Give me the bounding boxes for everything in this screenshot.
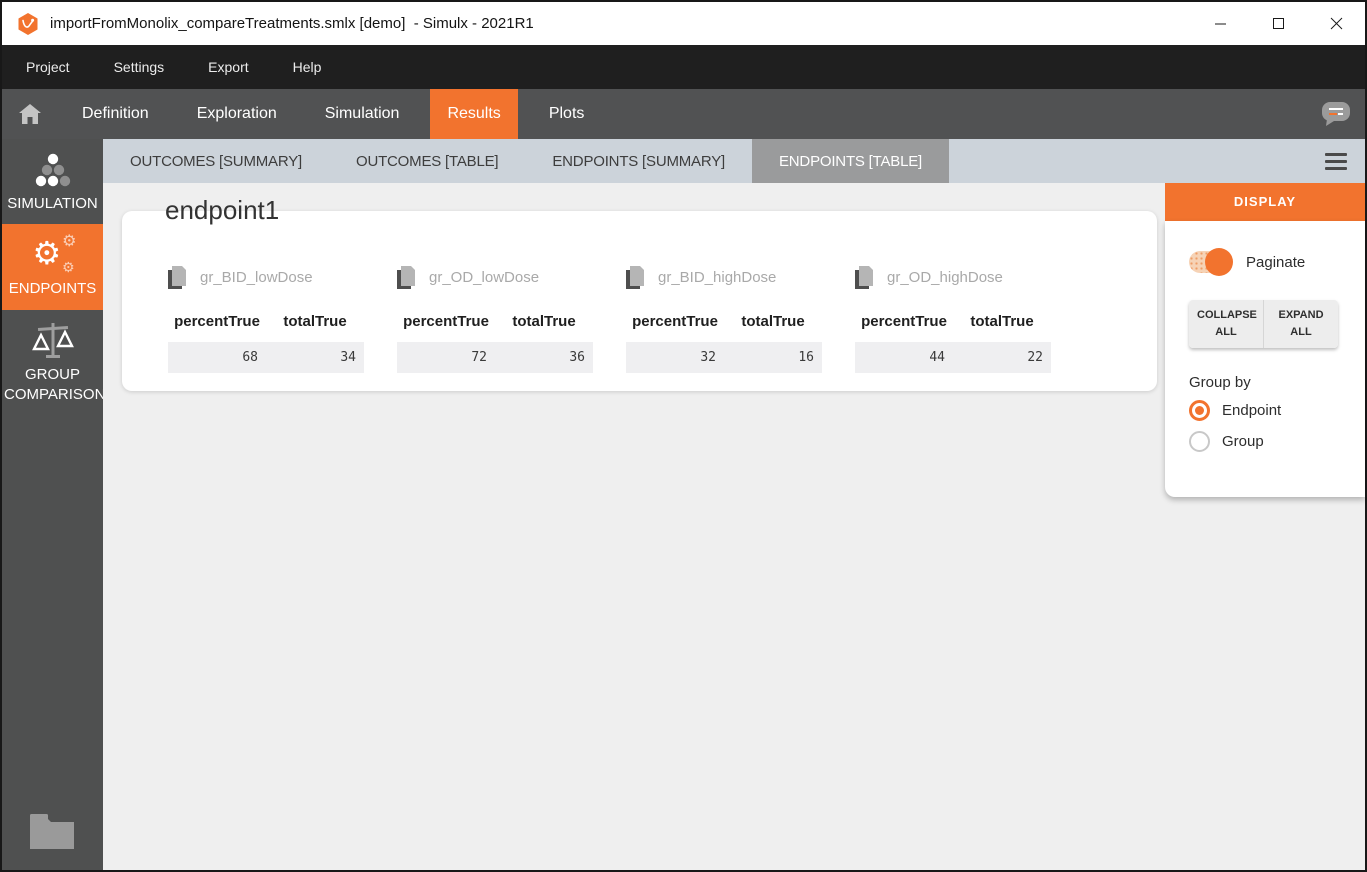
simulx-hexagon-icon bbox=[16, 12, 40, 36]
radio-group-control[interactable] bbox=[1189, 431, 1210, 452]
column-header-percenttrue: percentTrue bbox=[855, 313, 953, 335]
column-header-percenttrue: percentTrue bbox=[626, 313, 724, 335]
sidebar: SIMULATION ⚙ ⚙ ⚙ ENDPOINTS bbox=[2, 139, 103, 870]
gears-icon: ⚙ ⚙ ⚙ bbox=[4, 236, 101, 274]
group-table: gr_BID_highDose percentTrue totalTrue 32… bbox=[626, 265, 822, 373]
collapse-all-button[interactable]: COLLAPSE ALL bbox=[1189, 300, 1263, 348]
column-header-percenttrue: percentTrue bbox=[168, 313, 266, 335]
radio-endpoint-label: Endpoint bbox=[1222, 402, 1281, 419]
display-panel: DISPLAY Paginate COLLAPSE ALL EXPAND ALL… bbox=[1165, 183, 1365, 497]
simulx-window: { "window": { "title": "importFromMonoli… bbox=[0, 0, 1367, 872]
tab-plots[interactable]: Plots bbox=[532, 89, 602, 139]
menu-project[interactable]: Project bbox=[26, 59, 70, 75]
menu-bar: Project Settings Export Help bbox=[2, 45, 1365, 89]
home-icon bbox=[19, 104, 41, 124]
tab-definition[interactable]: Definition bbox=[65, 89, 166, 139]
value-totaltrue: 34 bbox=[266, 342, 364, 373]
display-panel-header: DISPLAY bbox=[1165, 183, 1365, 221]
column-header-percenttrue: percentTrue bbox=[397, 313, 495, 335]
pages-icon bbox=[168, 266, 187, 289]
results-subtab-bar: OUTCOMES [SUMMARY] OUTCOMES [TABLE] ENDP… bbox=[103, 139, 1365, 183]
subtab-outcomes-table[interactable]: OUTCOMES [TABLE] bbox=[329, 139, 525, 183]
pages-icon bbox=[626, 266, 645, 289]
group-table: gr_OD_lowDose percentTrue totalTrue 72 3… bbox=[397, 265, 593, 373]
expand-all-button[interactable]: EXPAND ALL bbox=[1263, 300, 1338, 348]
pages-icon bbox=[855, 266, 874, 289]
group-table: gr_BID_lowDose percentTrue totalTrue 68 … bbox=[168, 265, 364, 373]
column-header-totaltrue: totalTrue bbox=[495, 313, 593, 335]
value-percenttrue: 68 bbox=[168, 342, 266, 373]
close-icon[interactable] bbox=[1307, 2, 1365, 45]
group-tables: gr_BID_lowDose percentTrue totalTrue 68 … bbox=[122, 211, 1157, 373]
value-row: 68 34 bbox=[168, 342, 364, 373]
value-totaltrue: 36 bbox=[495, 342, 593, 373]
group-name: gr_BID_lowDose bbox=[200, 269, 313, 286]
sidebar-item-endpoints[interactable]: ⚙ ⚙ ⚙ ENDPOINTS bbox=[2, 224, 103, 309]
group-by-label: Group by bbox=[1189, 374, 1365, 391]
collapse-expand-buttons: COLLAPSE ALL EXPAND ALL bbox=[1189, 300, 1338, 348]
title-bar: importFromMonolix_compareTreatments.smlx… bbox=[2, 2, 1365, 45]
group-table: gr_OD_highDose percentTrue totalTrue 44 … bbox=[855, 265, 1051, 373]
maximize-icon[interactable] bbox=[1249, 2, 1307, 45]
pages-icon bbox=[397, 266, 416, 289]
folder-icon[interactable] bbox=[2, 811, 103, 870]
tab-simulation[interactable]: Simulation bbox=[308, 89, 417, 139]
subtab-endpoints-table[interactable]: ENDPOINTS [TABLE] bbox=[752, 139, 949, 183]
value-row: 32 16 bbox=[626, 342, 822, 373]
sidebar-item-group-comparison[interactable]: GROUP COMPARISON bbox=[2, 310, 103, 416]
sidebar-item-label: ENDPOINTS bbox=[9, 280, 97, 297]
sidebar-spacer bbox=[2, 415, 103, 811]
value-percenttrue: 44 bbox=[855, 342, 953, 373]
subtab-outcomes-summary[interactable]: OUTCOMES [SUMMARY] bbox=[103, 139, 329, 183]
radio-group-label: Group bbox=[1222, 433, 1264, 450]
group-name: gr_OD_highDose bbox=[887, 269, 1003, 286]
value-totaltrue: 22 bbox=[953, 342, 1051, 373]
radio-endpoint-control[interactable] bbox=[1189, 400, 1210, 421]
endpoint-card: endpoint1 gr_BID_lowDose percentTrue bbox=[122, 211, 1157, 391]
window-controls bbox=[1191, 2, 1365, 45]
menu-settings[interactable]: Settings bbox=[114, 59, 165, 75]
group-name: gr_BID_highDose bbox=[658, 269, 776, 286]
value-percenttrue: 72 bbox=[397, 342, 495, 373]
value-row: 72 36 bbox=[397, 342, 593, 373]
value-row: 44 22 bbox=[855, 342, 1051, 373]
home-tab[interactable] bbox=[2, 89, 58, 139]
value-percenttrue: 32 bbox=[626, 342, 724, 373]
chat-bubble-icon[interactable] bbox=[1321, 102, 1351, 127]
radio-group[interactable]: Group bbox=[1189, 429, 1365, 453]
simulation-cluster-icon bbox=[4, 151, 101, 189]
column-header-totaltrue: totalTrue bbox=[266, 313, 364, 335]
radio-endpoint[interactable]: Endpoint bbox=[1189, 398, 1365, 422]
endpoint-title: endpoint1 bbox=[165, 195, 279, 226]
minimize-icon[interactable] bbox=[1191, 2, 1249, 45]
menu-export[interactable]: Export bbox=[208, 59, 248, 75]
column-header-totaltrue: totalTrue bbox=[953, 313, 1051, 335]
lower-region: SIMULATION ⚙ ⚙ ⚙ ENDPOINTS bbox=[2, 139, 1365, 870]
paginate-row: Paginate bbox=[1189, 248, 1365, 276]
value-totaltrue: 16 bbox=[724, 342, 822, 373]
paginate-label: Paginate bbox=[1246, 254, 1305, 271]
tab-results[interactable]: Results bbox=[430, 89, 517, 139]
column-header-totaltrue: totalTrue bbox=[724, 313, 822, 335]
menu-help[interactable]: Help bbox=[293, 59, 322, 75]
sidebar-item-label: SIMULATION bbox=[7, 195, 98, 212]
sidebar-item-label: GROUP COMPARISON bbox=[4, 366, 105, 403]
main-nav-bar: Definition Exploration Simulation Result… bbox=[2, 89, 1365, 139]
group-name: gr_OD_lowDose bbox=[429, 269, 539, 286]
paginate-toggle[interactable] bbox=[1189, 251, 1230, 273]
right-column: OUTCOMES [SUMMARY] OUTCOMES [TABLE] ENDP… bbox=[103, 139, 1365, 870]
sidebar-item-simulation[interactable]: SIMULATION bbox=[2, 139, 103, 224]
window-title: importFromMonolix_compareTreatments.smlx… bbox=[50, 15, 534, 32]
balance-scale-icon bbox=[4, 322, 101, 360]
tab-exploration[interactable]: Exploration bbox=[180, 89, 294, 139]
hamburger-menu-icon[interactable] bbox=[1325, 153, 1347, 174]
subtab-endpoints-summary[interactable]: ENDPOINTS [SUMMARY] bbox=[525, 139, 752, 183]
